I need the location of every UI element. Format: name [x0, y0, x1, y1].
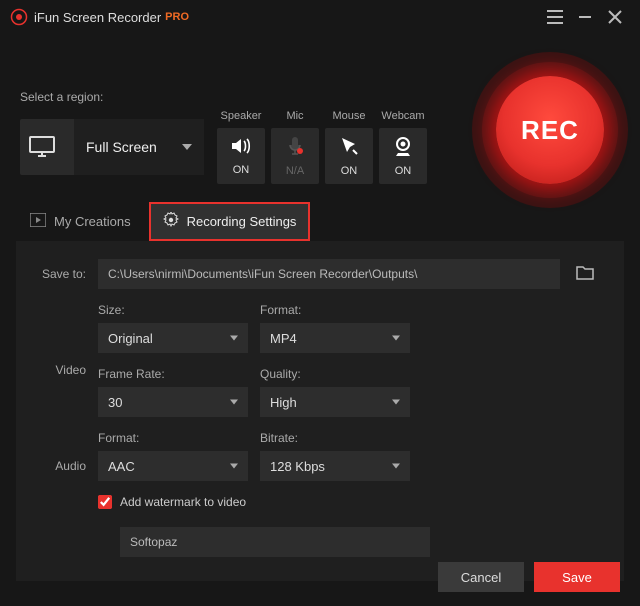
record-label: REC	[521, 115, 579, 146]
video-format-label: Format:	[260, 303, 410, 317]
app-logo-icon	[10, 8, 28, 26]
region-box	[20, 119, 74, 175]
bitrate-label: Bitrate:	[260, 431, 410, 445]
tab-recording-settings-label: Recording Settings	[187, 214, 297, 229]
webcam-label: Webcam	[376, 110, 430, 122]
size-select[interactable]: Original	[98, 323, 248, 353]
folder-icon	[576, 265, 594, 284]
watermark-text-input[interactable]	[120, 527, 430, 557]
tab-my-creations[interactable]: My Creations	[16, 203, 145, 240]
pro-badge: PRO	[165, 11, 189, 23]
framerate-select[interactable]: 30	[98, 387, 248, 417]
top-controls: Select a region: Full Screen Speaker	[0, 34, 640, 184]
mouse-toggle[interactable]: ON	[325, 128, 373, 184]
webcam-toggle[interactable]: ON	[379, 128, 427, 184]
bitrate-select[interactable]: 128 Kbps	[260, 451, 410, 481]
mic-icon	[287, 136, 303, 165]
watermark-checkbox[interactable]	[98, 495, 112, 509]
browse-folder-button[interactable]	[570, 259, 600, 289]
mic-state: N/A	[286, 165, 304, 177]
audio-format-select[interactable]: AAC	[98, 451, 248, 481]
video-section-label: Video	[40, 343, 98, 377]
speaker-label: Speaker	[214, 110, 268, 122]
mouse-state: ON	[341, 165, 358, 177]
speaker-toggle[interactable]: ON	[217, 128, 265, 184]
mouse-icon	[339, 136, 359, 165]
quality-label: Quality:	[260, 367, 410, 381]
mouse-label: Mouse	[322, 110, 376, 122]
title-bar: iFun Screen Recorder PRO	[0, 0, 640, 34]
settings-panel: Save to: Video Size: Original Format: MP…	[16, 241, 624, 581]
tab-my-creations-label: My Creations	[54, 214, 131, 229]
creations-icon	[30, 213, 46, 230]
audio-section-label: Audio	[40, 439, 98, 473]
record-button[interactable]: REC	[496, 76, 604, 184]
footer-buttons: Cancel Save	[438, 562, 620, 592]
region-select-wrap: Full Screen	[74, 119, 204, 175]
watermark-label: Add watermark to video	[120, 495, 246, 509]
audio-format-label: Format:	[98, 431, 248, 445]
tabs: My Creations Recording Settings	[0, 202, 640, 241]
size-label: Size:	[98, 303, 248, 317]
mic-label: Mic	[268, 110, 322, 122]
menu-icon[interactable]	[540, 2, 570, 32]
quality-select[interactable]: High	[260, 387, 410, 417]
region-select[interactable]: Full Screen	[74, 119, 204, 175]
region-label: Select a region:	[20, 90, 480, 104]
video-format-select[interactable]: MP4	[260, 323, 410, 353]
cancel-button[interactable]: Cancel	[438, 562, 524, 592]
app-title: iFun Screen Recorder	[34, 10, 161, 25]
save-to-input[interactable]	[98, 259, 560, 289]
minimize-icon[interactable]	[570, 2, 600, 32]
speaker-state: ON	[233, 164, 250, 176]
speaker-icon	[231, 137, 251, 164]
save-button[interactable]: Save	[534, 562, 620, 592]
gear-icon	[163, 212, 179, 231]
tab-recording-settings[interactable]: Recording Settings	[149, 202, 311, 241]
mic-toggle[interactable]: N/A	[271, 128, 319, 184]
webcam-icon	[393, 136, 413, 165]
framerate-label: Frame Rate:	[98, 367, 248, 381]
webcam-state: ON	[395, 165, 412, 177]
save-to-label: Save to:	[40, 267, 98, 281]
close-icon[interactable]	[600, 2, 630, 32]
monitor-icon	[28, 133, 56, 161]
